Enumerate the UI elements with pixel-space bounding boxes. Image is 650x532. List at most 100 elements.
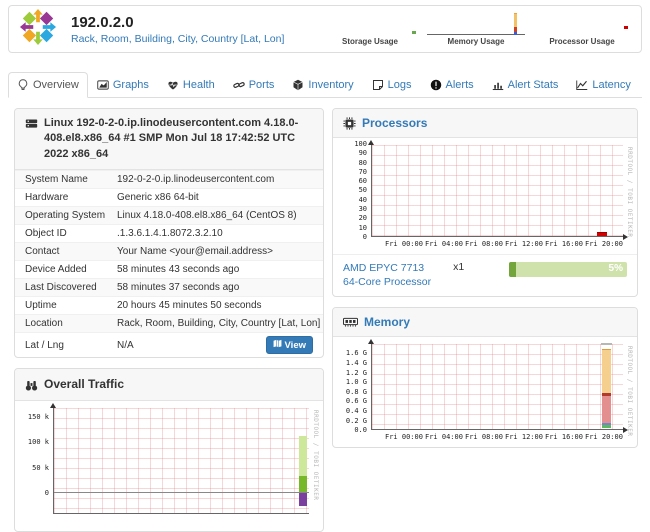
y-tick: 80 [359,160,367,167]
alert-circle-icon [430,79,442,91]
row-label: Last Discovered [25,282,117,293]
row-value: Your Name <your@email.address> [117,246,273,257]
memory-spike-blue [514,32,517,35]
x-tick: Fri 20:00 [585,433,623,442]
overall-traffic-title: Overall Traffic [44,376,124,393]
memory-title[interactable]: Memory [364,315,410,329]
row-value: N/A [117,340,134,351]
lightbulb-icon [17,79,29,91]
memory-module-icon [343,316,358,328]
y-tick: 0.2 G [346,418,367,425]
memory-graph[interactable]: 1.6 G1.4 G1.2 G1.0 G0.8 G0.6 G0.4 G0.2 G… [337,342,633,442]
tab-notes[interactable]: Notes [640,72,650,98]
y-tick: 1.6 G [346,350,367,357]
x-tick: Fri 20:00 [585,240,623,249]
device-header-panel: 192.0.2.0 Rack, Room, Building, City, Co… [8,5,642,53]
tab-overview[interactable]: Overview [8,72,88,98]
row-label: Object ID [25,228,117,239]
device-location-link[interactable]: Rack, Room, Building, City, Country [Lat… [71,33,284,45]
processor-usage-mini: Processor Usage [533,12,631,46]
storage-usage-mini: Storage Usage [321,12,419,46]
y-tick: 50 k [32,465,49,472]
device-name: 192.0.2.0 [71,14,284,31]
rrdtool-watermark: RRDTOOL / TOBI OETIKER [626,346,633,436]
y-tick: 150 k [28,414,49,421]
y-tick: 100 k [28,439,49,446]
tab-alerts[interactable]: Alerts [421,72,483,98]
tab-label: Alert Stats [508,79,559,91]
heartbeat-icon [167,79,179,91]
memory-usage-mini: Memory Usage [427,12,525,46]
device-kernel-title: Linux 192-0-2-0.ip.linodeusercontent.com… [44,116,313,162]
x-tick: Fri 00:00 [385,240,423,249]
memory-green-segment [602,425,611,428]
y-tick: 100 [354,141,367,148]
tab-label: Logs [388,79,412,91]
row-value: Rack, Room, Building, City, Country [Lat… [117,318,320,329]
processors-title[interactable]: Processors [362,116,427,130]
device-info-panel: Linux 192-0-2-0.ip.linodeusercontent.com… [14,108,324,358]
storage-usage-sparkline[interactable] [321,12,419,37]
y-tick: 20 [359,215,367,222]
tab-latency[interactable]: Latency [567,72,640,98]
processors-panel: Processors 1009080706050403020100 Fri 00… [332,108,638,297]
map-icon [273,339,282,351]
y-axis-arrow [50,403,56,408]
tab-inventory[interactable]: Inventory [283,72,362,98]
memory-panel: Memory 1.6 G1.4 G1.2 G1.0 G0.8 G0.6 G0.4… [332,307,638,448]
rrdtool-watermark: RRDTOOL / TOBI OETIKER [312,410,319,500]
y-tick: 70 [359,169,367,176]
memory-orange-segment [602,349,611,393]
memory-usage-label: Memory Usage [427,37,525,46]
memory-red-segment [602,396,611,423]
view-map-button[interactable]: View [266,336,313,354]
cpu-usage-meter: 5% [509,262,627,277]
traffic-out-spike [299,493,307,506]
x-tick: Fri 16:00 [545,240,583,249]
processors-yticks: 1009080706050403020100 [337,141,367,241]
cpu-name-link[interactable]: AMD EPYC 7713 64-Core Processor [343,261,431,289]
storage-data-mark [412,31,416,34]
overall-traffic-header: Overall Traffic [15,369,323,401]
device-info-table: System Name 192-0-2-0.ip.linodeuserconte… [15,170,323,332]
x-tick: Fri 04:00 [425,433,463,442]
zero-line [54,492,309,493]
memory-usage-sparkline[interactable] [427,12,525,37]
tab-alert-stats[interactable]: Alert Stats [483,72,568,98]
table-row: Contact Your Name <your@email.address> [15,242,323,260]
table-row: Object ID .1.3.6.1.4.1.8072.3.2.10 [15,224,323,242]
table-row: Uptime 20 hours 45 minutes 50 seconds [15,296,323,314]
processors-graph[interactable]: 1009080706050403020100 Fri 00:00Fri 04:0… [337,143,633,249]
cpu-usage-percent: 5% [609,263,623,274]
traffic-in-solid [299,476,307,492]
tab-ports[interactable]: Ports [224,72,284,98]
row-label: Uptime [25,300,117,311]
y-axis-arrow [368,339,374,344]
memory-total-line [601,343,612,345]
row-label: Operating System [25,210,117,221]
storage-usage-label: Storage Usage [321,37,419,46]
tab-graphs[interactable]: Graphs [88,72,158,98]
y-tick: 0.4 G [346,408,367,415]
device-tabbar: Overview Graphs Health Ports Inventory L… [8,64,642,98]
y-tick: 30 [359,206,367,213]
y-tick: 1.0 G [346,379,367,386]
tab-health[interactable]: Health [158,72,224,98]
row-label: Device Added [25,264,117,275]
row-label: Hardware [25,192,117,203]
processor-usage-sparkline[interactable] [533,12,631,37]
line-chart-icon [576,79,588,91]
y-tick: 0.8 G [346,389,367,396]
memory-baseline [427,34,525,35]
y-axis-arrow [368,140,374,145]
memory-spike-orange [514,13,517,27]
y-tick: 10 [359,225,367,232]
memory-plot [371,344,623,430]
tab-logs[interactable]: Logs [363,72,421,98]
memory-yticks: 1.6 G1.4 G1.2 G1.0 G0.8 G0.6 G0.4 G0.2 G… [337,350,367,434]
row-label: Location [25,318,117,329]
y-tick: 0 [363,234,367,241]
row-value: 58 minutes 37 seconds ago [117,282,239,293]
overall-traffic-graph[interactable]: 150 k100 k50 k0 RRDTOOL / TOBI OETIKER [19,406,319,526]
tab-label: Overview [33,79,79,91]
